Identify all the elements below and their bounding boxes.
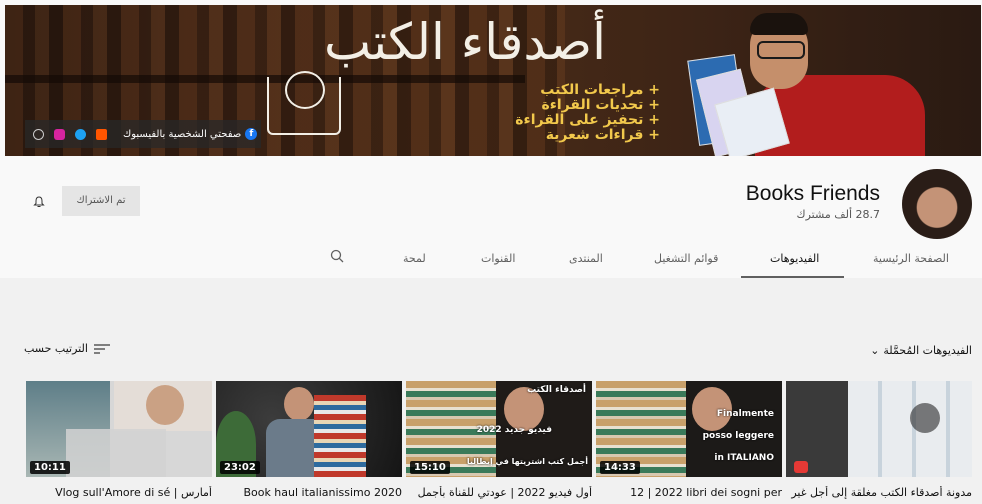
video-thumbnail[interactable]: 10:11 [26,381,212,477]
soundcloud-icon[interactable] [96,128,107,140]
banner-bullet: + قراءات شعرية [545,127,660,143]
thumbnail-overlay-text: in ITALIANO [714,453,774,463]
video-title[interactable]: أول فيديو 2022 | عودتي للقناة بأجمل [406,486,592,499]
tab-community[interactable]: المنتدى [569,252,603,265]
tab-about[interactable]: لمحة [403,252,426,265]
videos-section: الترتيب حسب الفيديوهات المُحمَّلة ⌄ 10:1… [0,278,982,504]
video-title[interactable]: Book haul italianissimo 2020 [216,486,402,499]
thumbnail-overlay-text: Finalmente [716,409,774,419]
channel-name: Books Friends [745,182,880,205]
globe-icon[interactable] [33,128,44,140]
sort-label: الترتيب حسب [24,342,88,355]
sort-icon [93,343,110,354]
thumbnail-overlay-text: أجمل كتب اشتريتها في إيطاليا [466,457,588,466]
twitter-icon[interactable] [75,128,86,140]
banner-person-hair [750,13,808,35]
subscriber-count: 28.7 ألف مشترك [796,208,880,221]
video-thumbnail[interactable]: أصدقاء الكتب فيديو جديد 2022 أجمل كتب اش… [406,381,592,477]
video-duration: 10:11 [30,461,70,474]
section-title-dropdown[interactable]: الفيديوهات المُحمَّلة ⌄ [870,344,972,357]
thumbnail-overlay-text: أصدقاء الكتب [527,385,586,395]
subscribed-button[interactable]: تم الاشتراك [62,186,140,216]
video-card[interactable]: 10:11 Vlog sull'Amore di sé | أمارس [26,381,212,499]
tab-home[interactable]: الصفحة الرئيسية [873,252,949,265]
video-thumbnail[interactable]: Finalmente posso leggere in ITALIANO 14:… [596,381,782,477]
facebook-link-label: صفحتي الشخصية بالفيسبوك [123,128,242,140]
video-title[interactable]: مدونة أصدقاء الكتب مغلقة إلى أجل غير [786,486,972,499]
video-thumbnail[interactable]: 23:02 [216,381,402,477]
instagram-icon[interactable] [54,128,65,140]
banner-title: أصدقاء الكتب [323,13,607,71]
tab-channels[interactable]: القنوات [481,252,515,265]
banner-person-glasses [757,41,805,59]
channel-header: Books Friends 28.7 ألف مشترك تم الاشتراك… [0,160,982,278]
chevron-down-icon: ⌄ [870,344,880,357]
search-icon[interactable] [330,249,344,263]
tab-videos[interactable]: الفيديوهات [770,252,819,265]
video-card[interactable]: أصدقاء الكتب فيديو جديد 2022 أجمل كتب اش… [406,381,592,499]
book-brain-logo [267,71,341,135]
video-title[interactable]: Vlog sull'Amore di sé | أمارس [26,486,212,499]
video-thumbnail[interactable] [786,381,972,477]
video-card[interactable]: مدونة أصدقاء الكتب مغلقة إلى أجل غير [786,381,972,499]
sort-button[interactable]: الترتيب حسب [24,342,110,355]
avatar[interactable] [902,169,972,239]
video-title[interactable]: 12 | 2022 libri dei sogni per [596,486,782,499]
video-card[interactable]: 23:02 Book haul italianissimo 2020 [216,381,402,499]
video-duration: 15:10 [410,461,450,474]
video-card[interactable]: Finalmente posso leggere in ITALIANO 14:… [596,381,782,499]
bell-icon[interactable] [33,196,45,208]
banner-bullet: + تحديات القراءة [541,97,660,113]
video-duration: 23:02 [220,461,260,474]
banner-bullets: + مراجعات الكتب + تحديات القراءة + تحفيز… [485,83,660,143]
banner-bullet: + تحفيز على القراءة [515,112,660,128]
facebook-icon: f [245,128,258,140]
thumbnail-overlay-text: posso leggere [702,431,774,441]
video-duration: 14:33 [600,461,640,474]
facebook-link[interactable]: صفحتي الشخصية بالفيسبوك f [123,128,258,140]
banner-social-links: صفحتي الشخصية بالفيسبوك f [25,120,261,148]
channel-banner: أصدقاء الكتب + مراجعات الكتب + تحديات ال… [5,5,981,156]
section-title: الفيديوهات المُحمَّلة [883,344,972,357]
thumbnail-overlay-text: فيديو جديد 2022 [476,425,552,435]
channel-tabs: الصفحة الرئيسية الفيديوهات قوائم التشغيل… [0,244,982,278]
tab-playlists[interactable]: قوائم التشغيل [654,252,718,265]
shelf-divider [5,75,525,83]
video-grid: 10:11 Vlog sull'Amore di sé | أمارس 23:0… [26,381,976,504]
banner-bullet: + مراجعات الكتب [540,82,660,98]
